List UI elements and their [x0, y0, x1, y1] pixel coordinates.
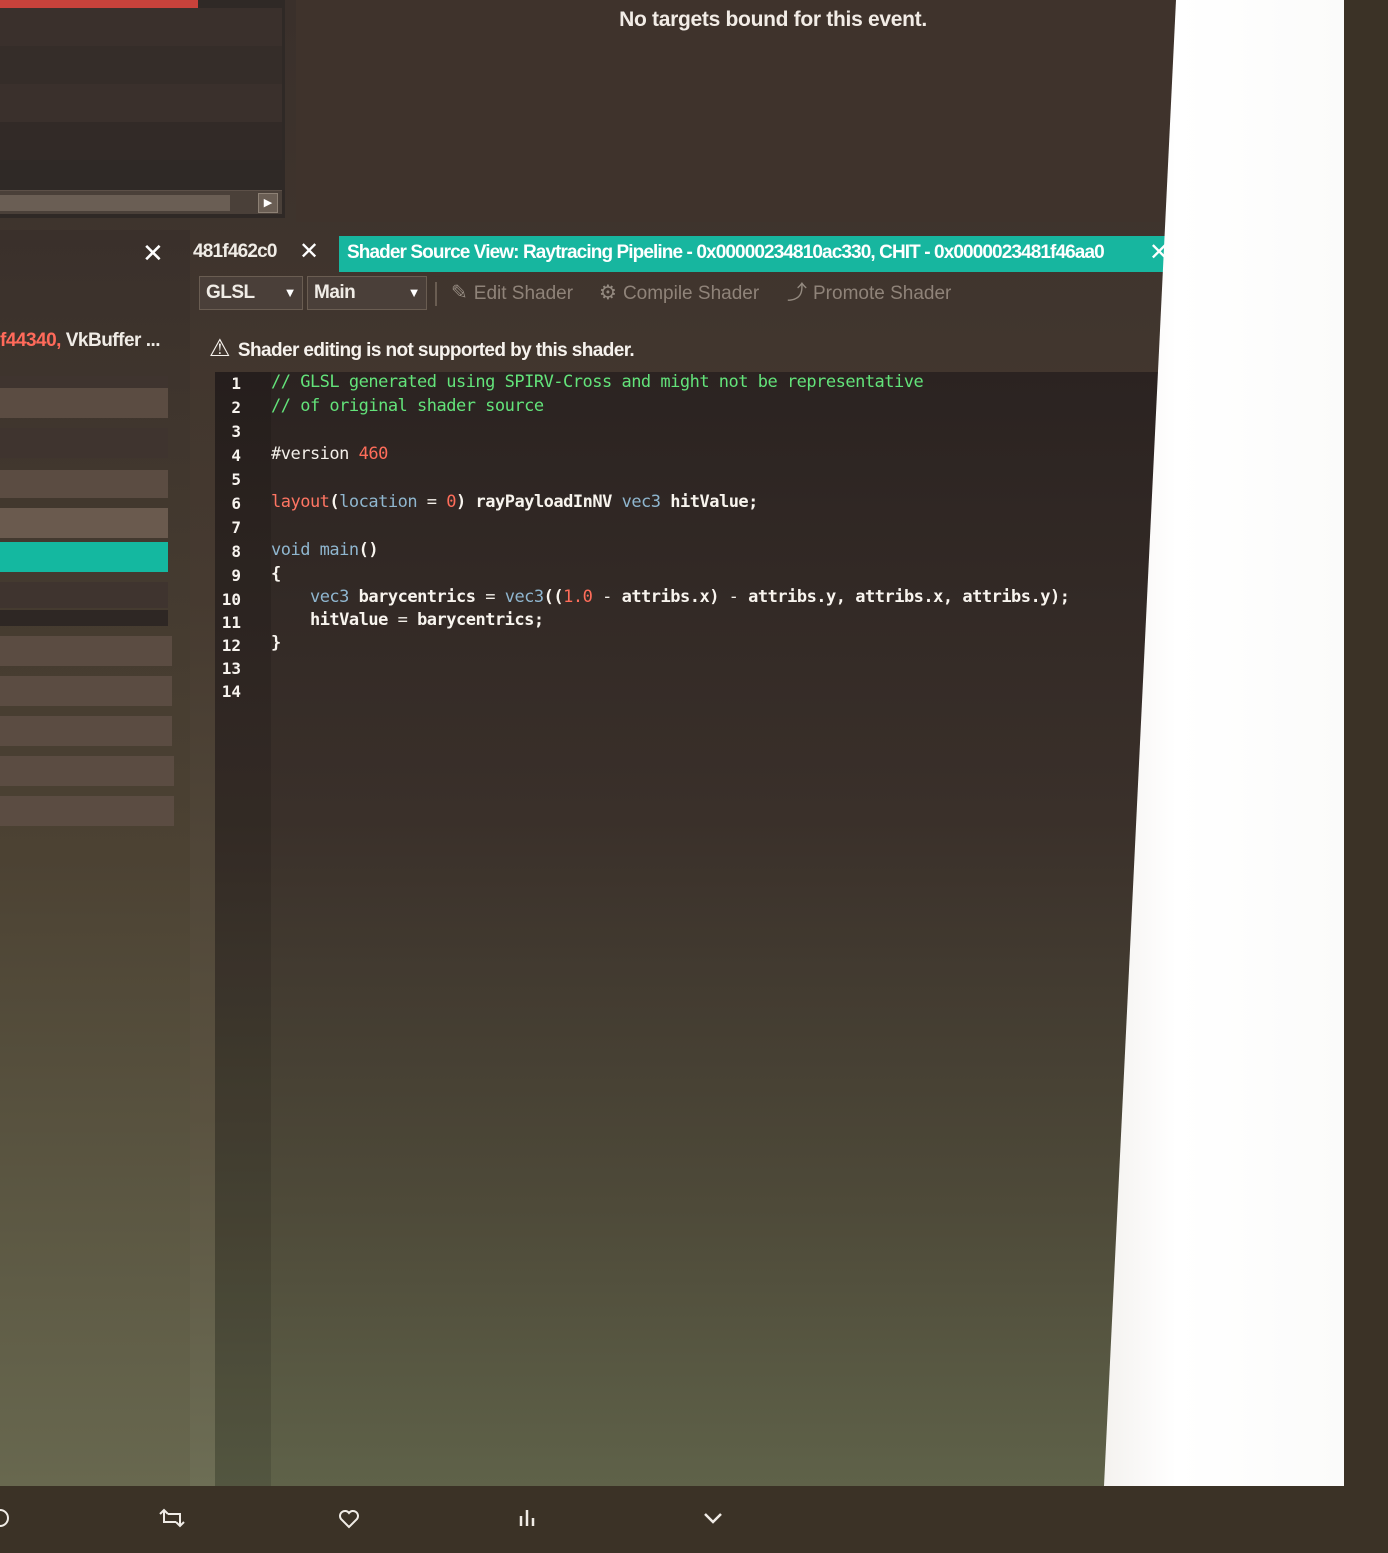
shader-toolbar: GLSL ▼ Main ▼ ✎ Edit Shader ⚙ Compile Shad…	[193, 276, 1243, 312]
chevron-down-icon: ▼	[283, 285, 297, 300]
list-item[interactable]	[0, 676, 172, 706]
retweet-icon[interactable]	[152, 1506, 192, 1537]
more-icon[interactable]	[693, 1506, 733, 1537]
line-number: 11	[221, 613, 241, 632]
code-line: void main()	[271, 540, 379, 560]
tab-previous[interactable]: 481f462c0 ✕	[193, 236, 333, 272]
scroll-right-icon[interactable]: ▶	[258, 193, 278, 213]
event-row[interactable]	[0, 8, 282, 46]
code-editor[interactable]: 1 2 3 4 5 6 7 8 9 10 11 12 13 14 // GLSL…	[215, 372, 1203, 1486]
selected-event-highlight[interactable]	[0, 0, 198, 8]
arrow-up-icon: ⤴	[787, 282, 807, 304]
language-select-value: GLSL	[206, 282, 255, 303]
compile-shader-button[interactable]: ⚙ Compile Shader	[599, 278, 759, 308]
line-number: 6	[231, 494, 241, 513]
entry-point-select[interactable]: Main ▼	[307, 276, 427, 310]
background-wall	[1104, 0, 1344, 1486]
line-number: 10	[221, 590, 241, 609]
warning-text: Shader editing is not supported by this …	[237, 340, 635, 361]
list-item[interactable]	[0, 796, 174, 826]
resource-id: f44340,	[0, 330, 61, 351]
line-number: 14	[221, 682, 241, 701]
resource-reference[interactable]: f44340, VkBuffer ...	[0, 330, 161, 352]
list-item[interactable]	[0, 610, 168, 626]
event-row[interactable]	[0, 46, 282, 84]
language-select[interactable]: GLSL ▼	[199, 276, 303, 310]
event-row[interactable]	[0, 122, 282, 160]
code-line: hitValue = barycentrics;	[309, 610, 544, 630]
chevron-down-icon: ▼	[407, 285, 421, 300]
resource-type: VkBuffer ...	[60, 330, 161, 351]
list-item[interactable]	[0, 388, 168, 418]
reply-icon[interactable]	[0, 1506, 20, 1537]
code-line: layout(location = 0) rayPayloadInNV vec3…	[271, 492, 758, 512]
edit-shader-label: Edit Shader	[473, 283, 574, 304]
line-number: 8	[231, 542, 241, 561]
event-row[interactable]	[0, 84, 282, 122]
promote-shader-label: Promote Shader	[813, 283, 952, 304]
line-number: 9	[231, 566, 241, 585]
list-item[interactable]	[0, 716, 172, 746]
line-number: 2	[231, 398, 241, 417]
list-item[interactable]	[0, 582, 168, 608]
line-number-gutter: 1 2 3 4 5 6 7 8 9 10 11 12 13 14	[215, 372, 271, 1486]
pencil-icon: ✎	[451, 282, 468, 304]
edit-shader-button[interactable]: ✎ Edit Shader	[451, 278, 573, 308]
line-number: 1	[231, 374, 241, 393]
line-number: 7	[231, 518, 241, 537]
code-line: vec3 barycentrics = vec3((1.0 - attribs.…	[309, 587, 1070, 607]
code-line: #version 460	[271, 444, 388, 464]
code-line: }	[271, 633, 281, 653]
code-line: // GLSL generated using SPIRV-Cross and …	[271, 372, 924, 392]
code-line: // of original shader source	[271, 396, 544, 416]
scrollbar-thumb[interactable]	[0, 195, 230, 211]
tab-shader-source-view[interactable]: Shader Source View: Raytracing Pipeline …	[339, 236, 1187, 272]
list-item[interactable]	[0, 636, 172, 666]
compile-shader-label: Compile Shader	[622, 283, 760, 304]
shader-editing-warning: ⚠ Shader editing is not supported by this…	[209, 334, 635, 363]
analytics-icon[interactable]	[507, 1506, 547, 1537]
horizontal-scrollbar[interactable]: ▶	[0, 190, 282, 214]
like-icon[interactable]	[329, 1506, 369, 1537]
line-number: 5	[231, 470, 241, 489]
shader-source-view: 481f462c0 ✕ Shader Source View: Raytraci…	[193, 230, 1253, 1486]
list-item-selected[interactable]	[0, 542, 168, 572]
no-targets-message: No targets bound for this event.	[619, 8, 927, 31]
code-line: {	[271, 564, 281, 584]
line-number: 12	[221, 636, 241, 655]
promote-shader-button[interactable]: ⤴ Promote Shader	[787, 278, 951, 308]
list-item[interactable]	[0, 470, 168, 498]
action-bar	[0, 1486, 1388, 1553]
tab-previous-label: 481f462c0	[193, 241, 277, 262]
close-icon[interactable]: ✕	[142, 238, 164, 269]
entry-point-select-value: Main	[314, 282, 356, 303]
list-item[interactable]	[0, 428, 168, 458]
event-browser-panel: ▶	[0, 0, 285, 218]
list-item[interactable]	[0, 756, 174, 786]
frame-strip	[1344, 0, 1388, 1486]
texture-viewer-panel: No targets bound for this event.	[296, 0, 1250, 222]
list-item[interactable]	[0, 508, 168, 538]
compile-icon: ⚙	[599, 282, 617, 304]
resource-inspector-panel: ✕ f44340, VkBuffer ...	[0, 230, 190, 1486]
line-number: 4	[231, 446, 241, 465]
line-number: 13	[221, 659, 241, 678]
tab-active-label: Shader Source View: Raytracing Pipeline …	[347, 242, 1105, 263]
warning-icon: ⚠	[209, 335, 231, 362]
tab-bar: 481f462c0 ✕ Shader Source View: Raytraci…	[193, 236, 1243, 272]
monitor-photo: ▶ No targets bound for this event. ✕ f44…	[0, 0, 1344, 1486]
line-number: 3	[231, 422, 241, 441]
close-icon[interactable]: ✕	[299, 236, 319, 268]
toolbar-separator	[435, 282, 437, 306]
